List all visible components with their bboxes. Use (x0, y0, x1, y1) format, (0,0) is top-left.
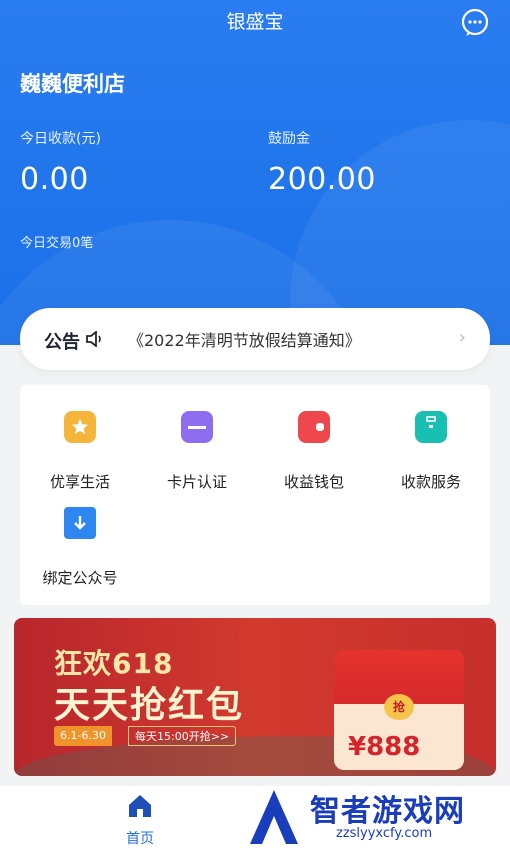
service-grid: 优享生活 卡片认证 收益钱包 收款服务 绑定公众号 (20, 385, 490, 605)
star-icon (64, 411, 96, 443)
bookmark-download-icon (64, 507, 96, 539)
briefcase-icon (415, 411, 447, 443)
store-name: 巍巍便利店 (20, 72, 125, 96)
grid-item-label: 绑定公众号 (42, 569, 118, 587)
envelope-amount: ¥888 (348, 732, 421, 762)
banner-dates: 6.1-6.30 (54, 726, 112, 746)
speaker-icon (86, 330, 104, 348)
header: 银盛宝 巍巍便利店 今日收款(元) 0.00 鼓励金 200.00 今日交易0笔 (0, 0, 510, 345)
promo-banner[interactable]: 狂欢618 天天抢红包 6.1-6.30 每天15:00开抢>> 抢 ¥888 (14, 618, 496, 776)
grid-item-label: 收益钱包 (283, 473, 344, 491)
watermark-title: 智者游戏网 (310, 794, 465, 829)
grid-item-label: 优享生活 (49, 473, 110, 491)
chat-bubble-icon[interactable] (460, 8, 490, 38)
grid-item-youxiang[interactable]: 优享生活 (20, 397, 137, 493)
bonus-label: 鼓励金 (268, 131, 310, 147)
tab-home[interactable]: 首页 (110, 790, 170, 847)
grid-item-bind-account[interactable]: 绑定公众号 (20, 493, 137, 589)
banner-subtitle: 天天抢红包 (54, 685, 245, 726)
grid-item-label: 卡片认证 (166, 473, 227, 491)
home-icon (129, 795, 151, 817)
grid-item-label: 收款服务 (400, 473, 461, 491)
wallet-icon (298, 411, 330, 443)
red-envelope-icon: 抢 ¥888 (334, 650, 464, 770)
watermark-logo (244, 786, 308, 846)
banner-time[interactable]: 每天15:00开抢>> (128, 726, 237, 746)
notice-logo: 公告 (44, 332, 80, 353)
today-trades: 今日交易0笔 (20, 236, 94, 251)
today-income-value[interactable]: 0.00 (20, 162, 89, 197)
bonus-value[interactable]: 200.00 (268, 162, 376, 197)
grid-item-wallet[interactable]: 收益钱包 (254, 397, 371, 493)
tab-home-label: 首页 (126, 831, 154, 847)
watermark-url: zzslyyxcfy.com (336, 826, 433, 841)
envelope-seal: 抢 (384, 694, 414, 720)
notice-text[interactable]: 《2022年清明节放假结算通知》 (128, 327, 361, 351)
card-icon (181, 411, 213, 443)
notice-bar[interactable]: 公告 《2022年清明节放假结算通知》 › (20, 308, 490, 370)
grid-item-collection[interactable]: 收款服务 (371, 397, 488, 493)
chevron-right-icon[interactable]: › (459, 327, 466, 348)
today-income-label: 今日收款(元) (20, 131, 101, 147)
app-title: 银盛宝 (226, 11, 284, 33)
grid-item-card-auth[interactable]: 卡片认证 (137, 397, 254, 493)
